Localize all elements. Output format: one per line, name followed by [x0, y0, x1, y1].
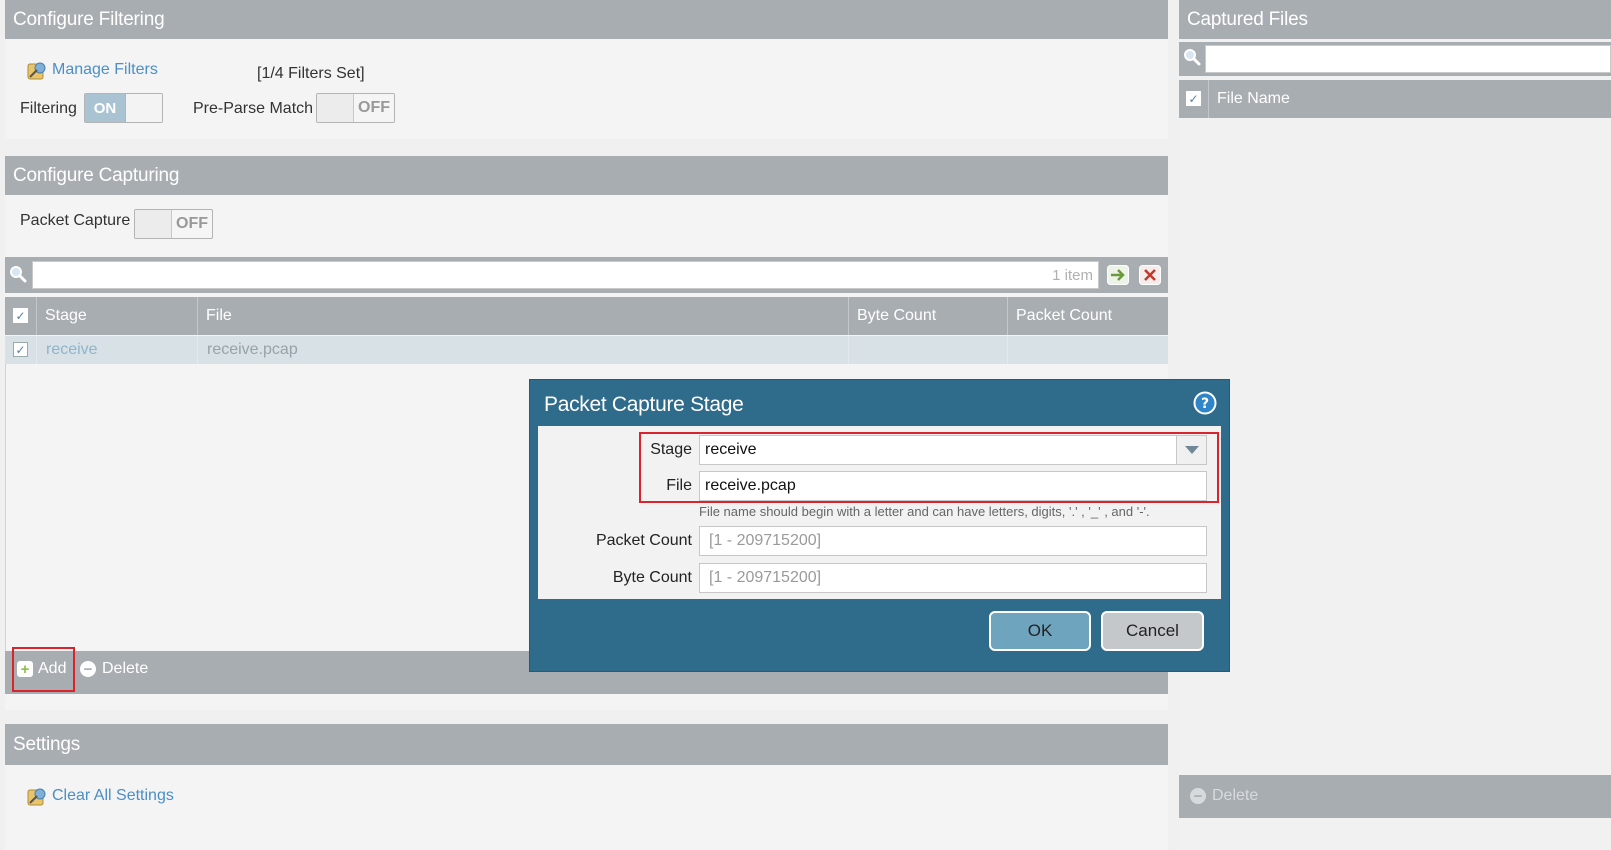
file-input[interactable]: receive.pcap	[699, 471, 1207, 501]
byte-count-placeholder: [1 - 209715200]	[709, 569, 822, 586]
captured-files-select-all[interactable]: ✓	[1186, 91, 1201, 106]
settings-header: Settings	[5, 724, 1168, 765]
row-file: receive.pcap	[197, 336, 848, 364]
configure-filtering-title: Configure Filtering	[13, 8, 165, 30]
filtering-label: Filtering	[20, 100, 77, 117]
captured-files-table-header: ✓ File Name	[1179, 80, 1611, 118]
preparse-match-toggle[interactable]: OFF	[316, 93, 395, 123]
packet-count-label: Packet Count	[595, 532, 692, 549]
delete-button[interactable]: − Delete	[80, 660, 148, 678]
help-icon[interactable]: ?	[1193, 391, 1217, 415]
manage-filters-link[interactable]: Manage Filters	[52, 61, 158, 79]
captured-files-search-input[interactable]	[1205, 45, 1611, 73]
search-icon	[10, 266, 27, 283]
row-stage[interactable]: receive	[36, 336, 197, 364]
dialog-form: Stage receive File receive.pcap File nam…	[538, 426, 1221, 599]
delete-icon: −	[80, 661, 96, 677]
byte-count-input[interactable]: [1 - 209715200]	[699, 563, 1207, 593]
byte-count-label: Byte Count	[612, 569, 692, 586]
captured-files-delete-button[interactable]: − Delete	[1190, 787, 1258, 805]
preparse-match-label: Pre-Parse Match	[193, 100, 314, 117]
configure-capturing-header: Configure Capturing	[5, 156, 1168, 195]
add-button[interactable]: + Add	[17, 660, 66, 678]
stage-select[interactable]: receive	[699, 435, 1207, 465]
dialog-title: Packet Capture Stage	[544, 393, 744, 416]
table-row[interactable]: ✓ receive receive.pcap	[5, 336, 1168, 364]
row-packet-count	[1007, 336, 1168, 364]
packet-capture-toggle-state: OFF	[176, 215, 208, 232]
file-label: File	[666, 477, 692, 494]
column-file-name[interactable]: File Name	[1208, 80, 1611, 118]
preparse-toggle-state: OFF	[358, 99, 390, 116]
file-name-hint: File name should begin with a letter and…	[699, 504, 1150, 519]
filtering-toggle[interactable]: ON	[84, 93, 163, 123]
captured-files-search-icon	[1184, 49, 1201, 66]
settings-panel	[5, 765, 1168, 850]
packet-count-input[interactable]: [1 - 209715200]	[699, 526, 1207, 556]
row-checkbox[interactable]: ✓	[13, 342, 28, 357]
stage-label: Stage	[650, 441, 692, 458]
filtering-toggle-state: ON	[85, 94, 126, 122]
chevron-down-icon[interactable]	[1176, 436, 1206, 464]
configure-filtering-panel	[5, 39, 1168, 139]
filters-set-count: [1/4 Filters Set]	[257, 65, 365, 82]
file-input-value: receive.pcap	[705, 477, 796, 494]
add-label: Add	[38, 660, 67, 677]
captured-files-header: Captured Files	[1179, 0, 1611, 39]
column-file[interactable]: File	[197, 297, 848, 335]
select-all-checkbox[interactable]: ✓	[13, 308, 28, 323]
item-count: 1 item	[1052, 267, 1093, 284]
svg-text:?: ?	[1201, 396, 1209, 412]
column-stage[interactable]: Stage	[36, 297, 197, 335]
row-byte-count	[848, 336, 1007, 364]
captured-files-title: Captured Files	[1187, 8, 1308, 30]
settings-title: Settings	[13, 733, 81, 755]
column-packet-count[interactable]: Packet Count	[1007, 297, 1168, 335]
apply-filter-icon[interactable]	[1107, 265, 1129, 285]
stage-table-header: ✓ Stage File Byte Count Packet Count	[5, 297, 1168, 335]
stage-search-input[interactable]: 1 item	[32, 261, 1099, 289]
packet-capture-label: Packet Capture	[20, 212, 131, 229]
packet-count-placeholder: [1 - 209715200]	[709, 532, 822, 549]
clear-settings-icon[interactable]	[25, 785, 49, 809]
cancel-button[interactable]: Cancel	[1101, 611, 1204, 651]
column-byte-count[interactable]: Byte Count	[848, 297, 1007, 335]
manage-filters-icon[interactable]	[25, 59, 49, 83]
configure-filtering-header: Configure Filtering	[5, 0, 1168, 39]
captured-files-delete-label: Delete	[1212, 787, 1259, 804]
configure-capturing-title: Configure Capturing	[13, 164, 180, 186]
captured-files-delete-icon: −	[1190, 788, 1206, 804]
clear-filter-icon[interactable]	[1139, 265, 1161, 285]
ok-button[interactable]: OK	[989, 611, 1091, 651]
delete-label: Delete	[102, 660, 149, 677]
clear-all-settings-link[interactable]: Clear All Settings	[52, 787, 174, 805]
packet-capture-stage-dialog: Packet Capture Stage ? Stage receive Fil…	[529, 379, 1230, 672]
stage-select-value: receive	[705, 441, 757, 458]
packet-capture-toggle[interactable]: OFF	[134, 209, 213, 239]
captured-files-panel	[1179, 39, 1611, 850]
add-icon: +	[17, 661, 33, 677]
